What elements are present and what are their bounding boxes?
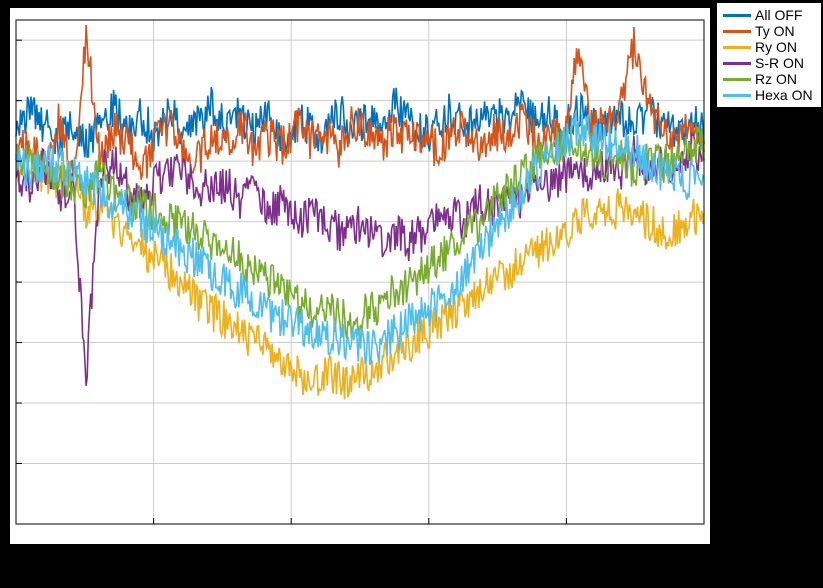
legend-item: Hexa ON [723,87,813,103]
legend-label: Hexa ON [755,87,813,103]
legend: All OFFTy ONRy ONS-R ONRz ONHexa ON [716,2,822,108]
plot-svg [10,8,710,544]
legend-item: Rz ON [723,71,813,87]
legend-swatch [723,78,751,81]
legend-item: S-R ON [723,55,813,71]
legend-swatch [723,62,751,65]
legend-item: Ty ON [723,23,813,39]
legend-label: S-R ON [755,55,804,71]
legend-swatch [723,46,751,49]
legend-item: Ry ON [723,39,813,55]
chart-container: All OFFTy ONRy ONS-R ONRz ONHexa ON [0,0,823,588]
plot-area [10,8,710,544]
legend-label: All OFF [755,7,802,23]
legend-swatch [723,30,751,33]
legend-label: Ty ON [755,23,795,39]
legend-item: All OFF [723,7,813,23]
legend-label: Rz ON [755,71,797,87]
legend-swatch [723,94,751,97]
legend-swatch [723,14,751,17]
legend-label: Ry ON [755,39,797,55]
